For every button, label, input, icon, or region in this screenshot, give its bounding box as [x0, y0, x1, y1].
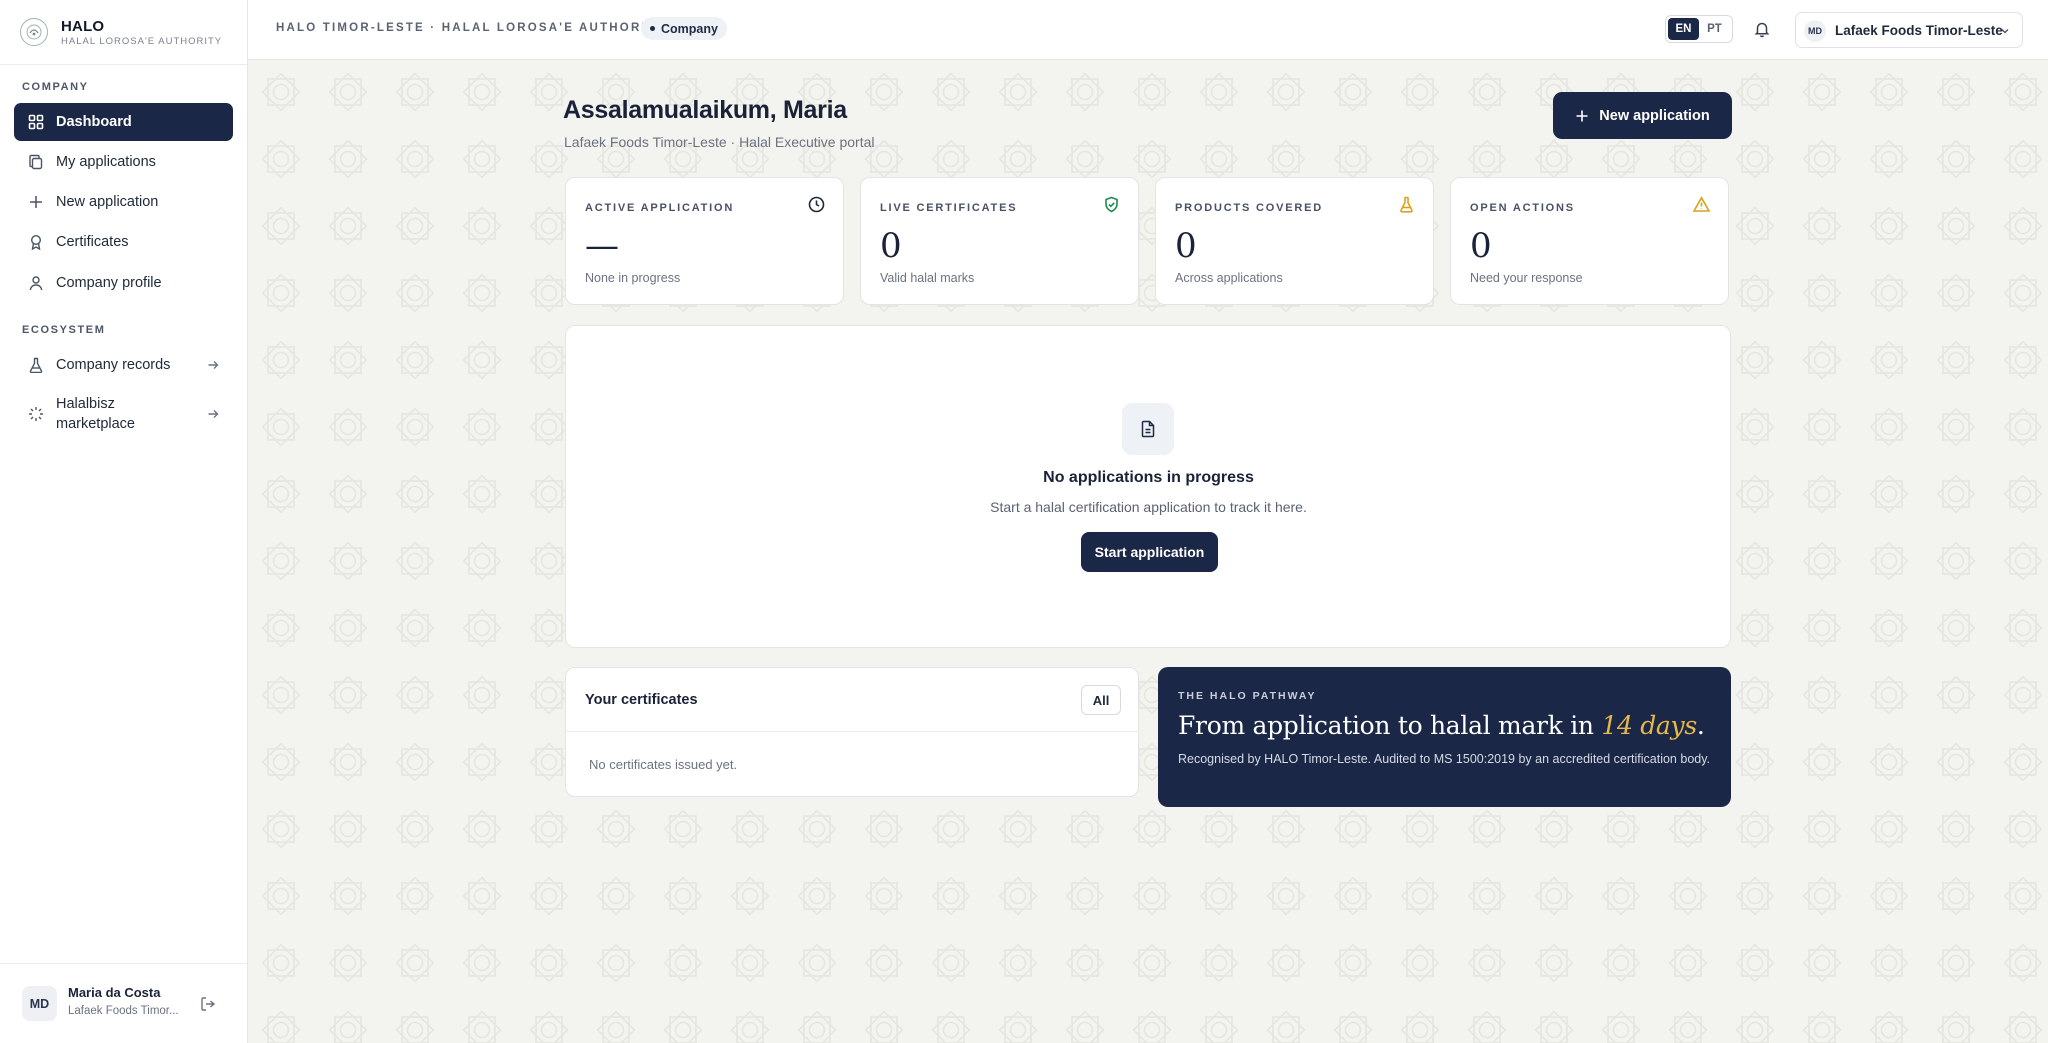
shield-check-icon [1105, 196, 1118, 213]
section-label-company: COMPANY [22, 81, 89, 93]
certificates-empty-text: No certificates issued yet. [589, 757, 738, 772]
certificates-title: Your certificates [585, 692, 698, 708]
pathway-headline-text: From application to halal mark in [1178, 711, 1602, 740]
halo-logo-icon [20, 18, 48, 46]
award-icon [30, 234, 42, 250]
chevron-down-icon [2001, 29, 2009, 34]
warning-icon [1693, 196, 1710, 212]
stat-subtext: None in progress [585, 271, 681, 285]
certificates-header: Your certificates All [566, 668, 1139, 732]
stat-label: OPEN ACTIONS [1470, 202, 1575, 214]
sidebar-item-new-application[interactable]: New application [14, 183, 233, 221]
sidebar-item-label: Company records [56, 357, 171, 373]
user-icon [29, 276, 43, 291]
pathway-headline-highlight: 14 days [1601, 711, 1697, 740]
stat-value: 0 [1470, 226, 1492, 266]
sidebar-item-label: Company profile [56, 275, 162, 291]
sidebar-item-company-records[interactable]: Company records [14, 346, 233, 384]
stat-card-open-actions: OPEN ACTIONS 0 Need your response [1450, 177, 1729, 305]
language-en-button[interactable]: EN [1668, 18, 1699, 40]
sidebar-item-certificates[interactable]: Certificates [14, 223, 233, 261]
topbar: HALO TIMOR-LESTE · HALAL LOROSA'E AUTHOR… [248, 0, 2048, 60]
language-toggle: EN PT [1665, 15, 1733, 43]
pathway-label: THE HALO PATHWAY [1178, 690, 1317, 702]
arrow-right-icon [208, 410, 219, 418]
role-badge-label: Company [661, 21, 718, 36]
main-content: Assalamualaikum, Maria Lafaek Foods Timo… [248, 60, 2048, 1043]
stat-label: LIVE CERTIFICATES [880, 202, 1018, 214]
sidebar-item-halalbisz-marketplace[interactable]: Halalbisz marketplace [14, 391, 233, 437]
role-badge: Company [641, 17, 727, 40]
new-application-label: New application [1599, 107, 1710, 124]
stat-value: 0 [1175, 226, 1197, 266]
flask-icon [29, 357, 43, 373]
user-profile[interactable]: MD Maria da Costa Lafaek Foods Timor... [0, 963, 248, 1043]
stat-subtext: Need your response [1470, 271, 1583, 285]
stat-label: ACTIVE APPLICATION [585, 202, 735, 214]
start-application-button[interactable]: Start application [1081, 532, 1218, 572]
plus-icon [1576, 110, 1588, 121]
stat-subtext: Valid halal marks [880, 271, 975, 285]
pathway-text: Recognised by HALO Timor-Leste. Audited … [1178, 752, 1711, 766]
company-avatar: MD [1804, 20, 1826, 42]
document-icon [1122, 403, 1174, 455]
new-application-button[interactable]: New application [1553, 92, 1732, 139]
sidebar: HALO HALAL LOROSA'E AUTHORITY COMPANY Da… [0, 0, 248, 1043]
arrow-right-icon [208, 361, 219, 369]
stat-subtext: Across applications [1175, 271, 1283, 285]
company-name: Lafaek Foods Timor-Leste [1835, 23, 2003, 38]
sidebar-item-company-profile[interactable]: Company profile [14, 264, 233, 302]
stat-value: 0 [880, 226, 902, 266]
sidebar-item-label: New application [56, 194, 159, 210]
stat-card-active-application: ACTIVE APPLICATION — None in progress [565, 177, 844, 305]
flask-icon [1400, 196, 1413, 213]
pathway-headline-end: . [1696, 711, 1705, 740]
certificates-card: Your certificates All No certificates is… [565, 667, 1139, 797]
empty-state-title: No applications in progress [1043, 469, 1254, 486]
sidebar-item-dashboard[interactable]: Dashboard [14, 103, 233, 141]
section-label-ecosystem: ECOSYSTEM [22, 324, 106, 336]
all-certificates-button[interactable]: All [1081, 685, 1121, 715]
sidebar-item-label: Dashboard [56, 114, 132, 130]
brand-subtitle: HALAL LOROSA'E AUTHORITY [61, 35, 223, 47]
loader-icon [29, 407, 43, 421]
user-company: Lafaek Foods Timor... [68, 1005, 179, 1017]
brand[interactable]: HALO HALAL LOROSA'E AUTHORITY [0, 0, 247, 65]
company-selector[interactable]: MD Lafaek Foods Timor-Leste [1795, 12, 2023, 48]
bell-icon[interactable] [1753, 20, 1771, 38]
sidebar-item-label: Certificates [56, 234, 129, 250]
dashboard-icon [28, 114, 44, 130]
stat-card-live-certificates: LIVE CERTIFICATES 0 Valid halal marks [860, 177, 1139, 305]
brand-name: HALO [61, 17, 105, 35]
halo-pathway-banner: THE HALO PATHWAY From application to hal… [1158, 667, 1731, 807]
page-subtitle: Lafaek Foods Timor-Leste · Halal Executi… [564, 134, 875, 150]
user-name: Maria da Costa [68, 985, 161, 1000]
dot-icon [650, 26, 655, 31]
empty-state-text: Start a halal certification application … [990, 499, 1307, 515]
pathway-headline: From application to halal mark in 14 day… [1178, 711, 1705, 740]
stat-value: — [585, 226, 619, 266]
stat-label: PRODUCTS COVERED [1175, 202, 1323, 214]
sidebar-item-label: Halalbisz marketplace [56, 396, 135, 432]
sidebar-item-label: My applications [56, 154, 156, 170]
copy-icon [29, 154, 43, 170]
clock-icon [808, 196, 825, 213]
avatar: MD [22, 986, 57, 1021]
page-title: Assalamualaikum, Maria [563, 96, 847, 124]
language-pt-button[interactable]: PT [1699, 18, 1730, 40]
plus-icon [30, 196, 42, 208]
logout-icon[interactable] [200, 996, 216, 1012]
topbar-title: HALO TIMOR-LESTE · HALAL LOROSA'E AUTHOR… [276, 22, 666, 34]
stat-card-products-covered: PRODUCTS COVERED 0 Across applications [1155, 177, 1434, 305]
sidebar-item-my-applications[interactable]: My applications [14, 143, 233, 181]
applications-empty-state: No applications in progress Start a hala… [565, 325, 1731, 648]
